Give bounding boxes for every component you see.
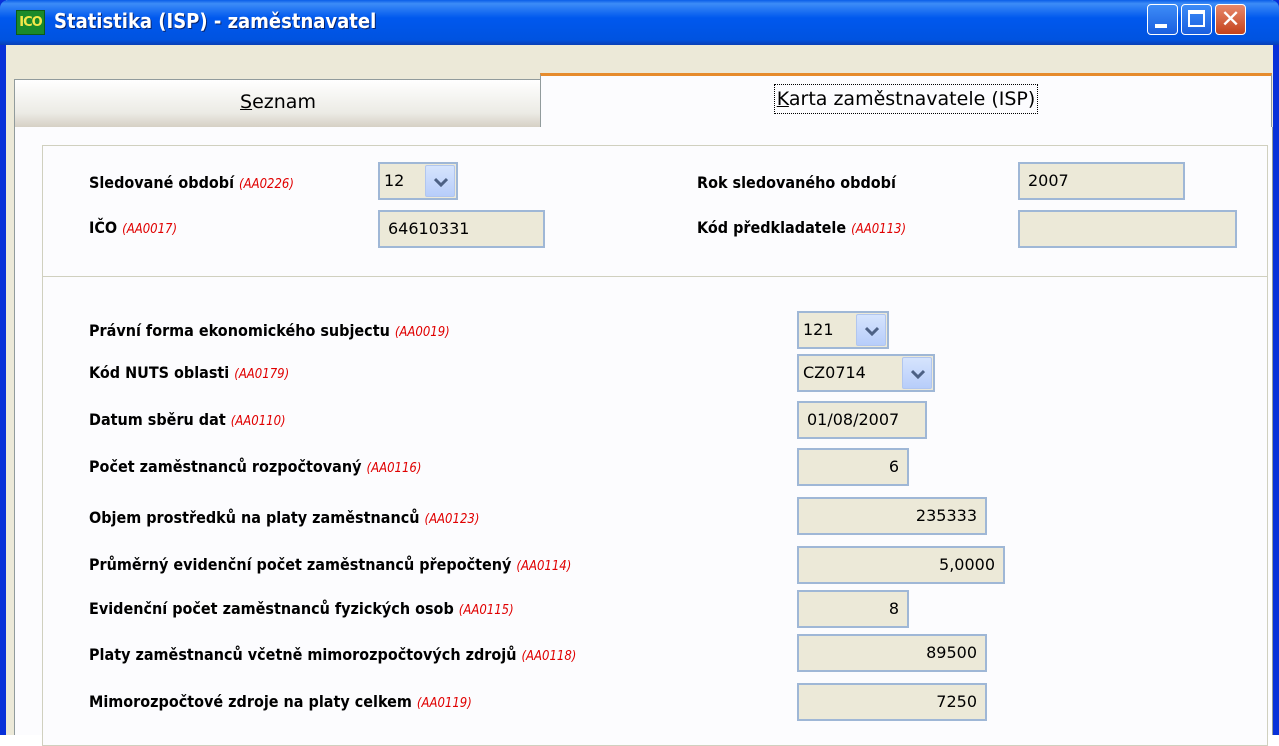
tab-karta-zamestnavatele[interactable]: Karta zaměstnavatele (ISP) (540, 73, 1272, 129)
tab-seznam[interactable]: Seznam (14, 79, 542, 127)
salaries-incl-label: Platy zaměstnanců včetně mimorozpočtovýc… (89, 645, 576, 664)
period-label: Sledované období (AA0226) (89, 173, 294, 192)
physical-employees-field[interactable]: 8 (797, 590, 909, 628)
close-button[interactable]: ✕ (1215, 4, 1246, 35)
ico-field[interactable]: 64610331 (378, 210, 545, 248)
salaries-incl-field[interactable]: 89500 (797, 634, 987, 672)
avg-employees-field[interactable]: 5,0000 (797, 546, 1005, 584)
submitter-label: Kód předkladatele (AA0113) (697, 218, 906, 237)
collection-date-label: Datum sběru dat (AA0110) (89, 410, 286, 429)
legal-form-dropdown-button[interactable] (856, 314, 886, 346)
maximize-icon (1188, 10, 1205, 27)
legal-form-value: 121 (803, 320, 834, 339)
window-title: Statistika (ISP) - zaměstnavatel (54, 9, 377, 33)
legal-form-label-text: Právní forma ekonomického subjectu (89, 321, 390, 340)
salary-volume-code: (AA0123) (424, 512, 480, 527)
legal-form-label: Právní forma ekonomického subjectu (AA00… (89, 321, 450, 340)
budgeted-employees-code: (AA0116) (366, 461, 422, 476)
ico-label-text: IČO (89, 218, 118, 237)
submitter-code: (AA0113) (851, 222, 907, 237)
year-label: Rok sledovaného období (697, 173, 896, 192)
close-icon: ✕ (1220, 5, 1241, 33)
collection-date-field[interactable]: 01/08/2007 (797, 401, 927, 439)
minimize-icon (1155, 24, 1167, 28)
tab-seznam-hotkey: S (240, 91, 253, 113)
app-icon: ICO (16, 10, 45, 35)
salary-volume-field[interactable]: 235333 (797, 497, 987, 535)
extra-budget-field[interactable]: 7250 (797, 683, 987, 721)
period-label-text: Sledované období (89, 173, 234, 192)
collection-date-code: (AA0110) (230, 414, 286, 429)
minimize-button[interactable] (1147, 4, 1178, 35)
legal-form-code: (AA0019) (394, 325, 450, 340)
chevron-down-icon (911, 369, 925, 379)
avg-employees-label: Průměrný evidenční počet zaměstnanců pře… (89, 555, 571, 574)
extra-budget-label: Mimorozpočtové zdroje na platy celkem (A… (89, 692, 472, 711)
physical-employees-label: Evidenční počet zaměstnanců fyzických os… (89, 599, 514, 618)
chevron-down-icon (865, 326, 879, 336)
period-dropdown-button[interactable] (425, 165, 455, 197)
salary-volume-label-text: Objem prostředků na platy zaměstnanců (89, 508, 420, 527)
extra-budget-label-text: Mimorozpočtové zdroje na platy celkem (89, 692, 412, 711)
salaries-incl-code: (AA0118) (521, 649, 577, 664)
physical-employees-code: (AA0115) (458, 603, 514, 618)
tab-focus-rect: Karta zaměstnavatele (ISP) (773, 84, 1039, 114)
ico-code: (AA0017) (122, 222, 178, 237)
title-bar[interactable]: ICO Statistika (ISP) - zaměstnavatel ✕ (0, 0, 1279, 45)
nuts-value: CZ0714 (803, 363, 866, 382)
nuts-code: (AA0179) (234, 367, 290, 382)
year-field[interactable]: 2007 (1018, 162, 1185, 200)
nuts-select[interactable]: CZ0714 (797, 354, 935, 392)
chevron-down-icon (434, 177, 448, 187)
period-select[interactable]: 12 (378, 162, 458, 200)
extra-budget-code: (AA0119) (416, 696, 472, 711)
nuts-label-text: Kód NUTS oblasti (89, 363, 230, 382)
ico-label: IČO (AA0017) (89, 218, 177, 237)
tab-seznam-label: eznam (252, 91, 316, 113)
tab-karta-hotkey: K (776, 88, 789, 110)
nuts-dropdown-button[interactable] (902, 357, 932, 389)
budgeted-employees-label: Počet zaměstnanců rozpočtovaný (AA0116) (89, 457, 421, 476)
submitter-field[interactable] (1018, 210, 1237, 248)
period-code: (AA0226) (239, 177, 294, 192)
submitter-label-text: Kód předkladatele (697, 218, 847, 237)
budgeted-employees-label-text: Počet zaměstnanců rozpočtovaný (89, 457, 362, 476)
maximize-button[interactable] (1181, 4, 1212, 35)
avg-employees-label-text: Průměrný evidenční počet zaměstnanců pře… (89, 555, 512, 574)
collection-date-label-text: Datum sběru dat (89, 410, 226, 429)
nuts-label: Kód NUTS oblasti (AA0179) (89, 363, 289, 382)
budgeted-employees-field[interactable]: 6 (797, 448, 909, 486)
tab-karta-label: arta zaměstnavatele (ISP) (788, 88, 1036, 110)
physical-employees-label-text: Evidenční počet zaměstnanců fyzických os… (89, 599, 454, 618)
salary-volume-label: Objem prostředků na platy zaměstnanců (A… (89, 508, 479, 527)
salaries-incl-label-text: Platy zaměstnanců včetně mimorozpočtovýc… (89, 645, 517, 664)
avg-employees-code: (AA0114) (516, 559, 572, 574)
period-value: 12 (384, 171, 405, 190)
legal-form-select[interactable]: 121 (797, 311, 889, 349)
